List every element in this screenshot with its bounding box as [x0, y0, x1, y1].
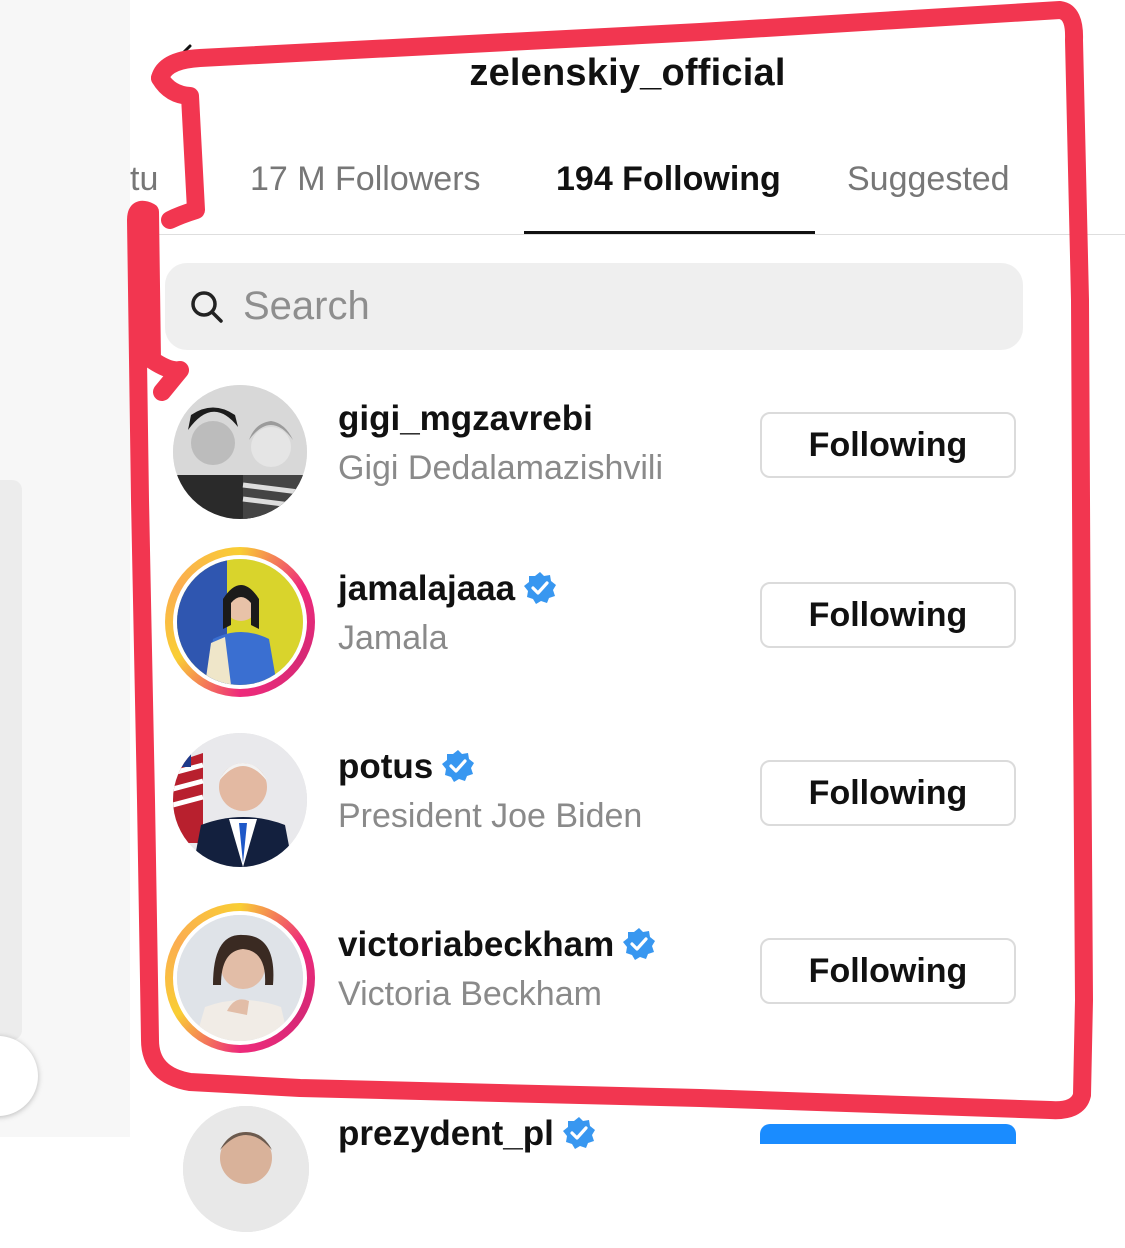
full-name: President Joe Biden — [338, 797, 643, 835]
tabs-divider — [130, 234, 1125, 235]
avatar-photo — [177, 559, 303, 685]
list-item[interactable]: potus President Joe Biden Following — [165, 725, 1025, 875]
following-button[interactable]: Following — [760, 760, 1016, 826]
avatar-photo-bw — [173, 385, 307, 519]
avatar-story-ring[interactable] — [165, 547, 315, 697]
list-item[interactable]: jamalajaaa Jamala Following — [165, 547, 1025, 697]
avatar-photo — [177, 915, 303, 1041]
full-name: Gigi Dedalamazishvili — [338, 449, 664, 487]
avatar[interactable] — [165, 725, 315, 875]
verified-badge-icon — [524, 572, 557, 604]
following-button[interactable]: Following — [760, 938, 1016, 1004]
verified-badge-icon — [562, 1117, 595, 1149]
following-button[interactable]: Following — [760, 412, 1016, 478]
list-item[interactable]: gigi_mgzavrebi Gigi Dedalamazishvili Fol… — [165, 377, 1025, 527]
full-name: Victoria Beckham — [338, 975, 602, 1013]
list-item[interactable]: victoriabeckham Victoria Beckham Followi… — [165, 903, 1025, 1053]
verified-badge-icon — [442, 750, 475, 782]
tab-following[interactable]: 194 Following — [556, 160, 781, 199]
avatar-photo — [173, 733, 307, 867]
search-bar[interactable] — [165, 263, 1023, 350]
tab-mutual[interactable]: tu — [130, 160, 158, 199]
list-item[interactable]: prezydent_pl — [165, 1098, 1025, 1248]
username[interactable]: prezydent_pl — [338, 1114, 596, 1154]
avatar[interactable] — [175, 1098, 325, 1248]
tab-suggested[interactable]: Suggested — [847, 160, 1010, 199]
search-input[interactable] — [243, 263, 983, 350]
avatar[interactable] — [165, 377, 315, 527]
follow-button[interactable] — [760, 1124, 1016, 1144]
username[interactable]: gigi_mgzavrebi — [338, 399, 593, 439]
avatar-photo — [183, 1106, 309, 1232]
username[interactable]: potus — [338, 747, 475, 787]
username-text[interactable]: prezydent_pl — [338, 1114, 554, 1153]
username[interactable]: victoriabeckham — [338, 925, 656, 965]
background-card-edge — [0, 480, 22, 1040]
full-name: Jamala — [338, 619, 448, 657]
tab-bar: tu 17 M Followers 194 Following Suggeste… — [130, 160, 1125, 236]
username-text[interactable]: potus — [338, 747, 433, 786]
verified-badge-icon — [623, 928, 656, 960]
page-title: zelenskiy_official — [469, 52, 786, 94]
username-text[interactable]: victoriabeckham — [338, 925, 614, 964]
tab-followers[interactable]: 17 M Followers — [250, 160, 481, 199]
search-icon — [191, 291, 223, 323]
following-button[interactable]: Following — [760, 582, 1016, 648]
username-text[interactable]: jamalajaaa — [338, 569, 515, 608]
username[interactable]: jamalajaaa — [338, 569, 557, 609]
avatar-story-ring[interactable] — [165, 903, 315, 1053]
